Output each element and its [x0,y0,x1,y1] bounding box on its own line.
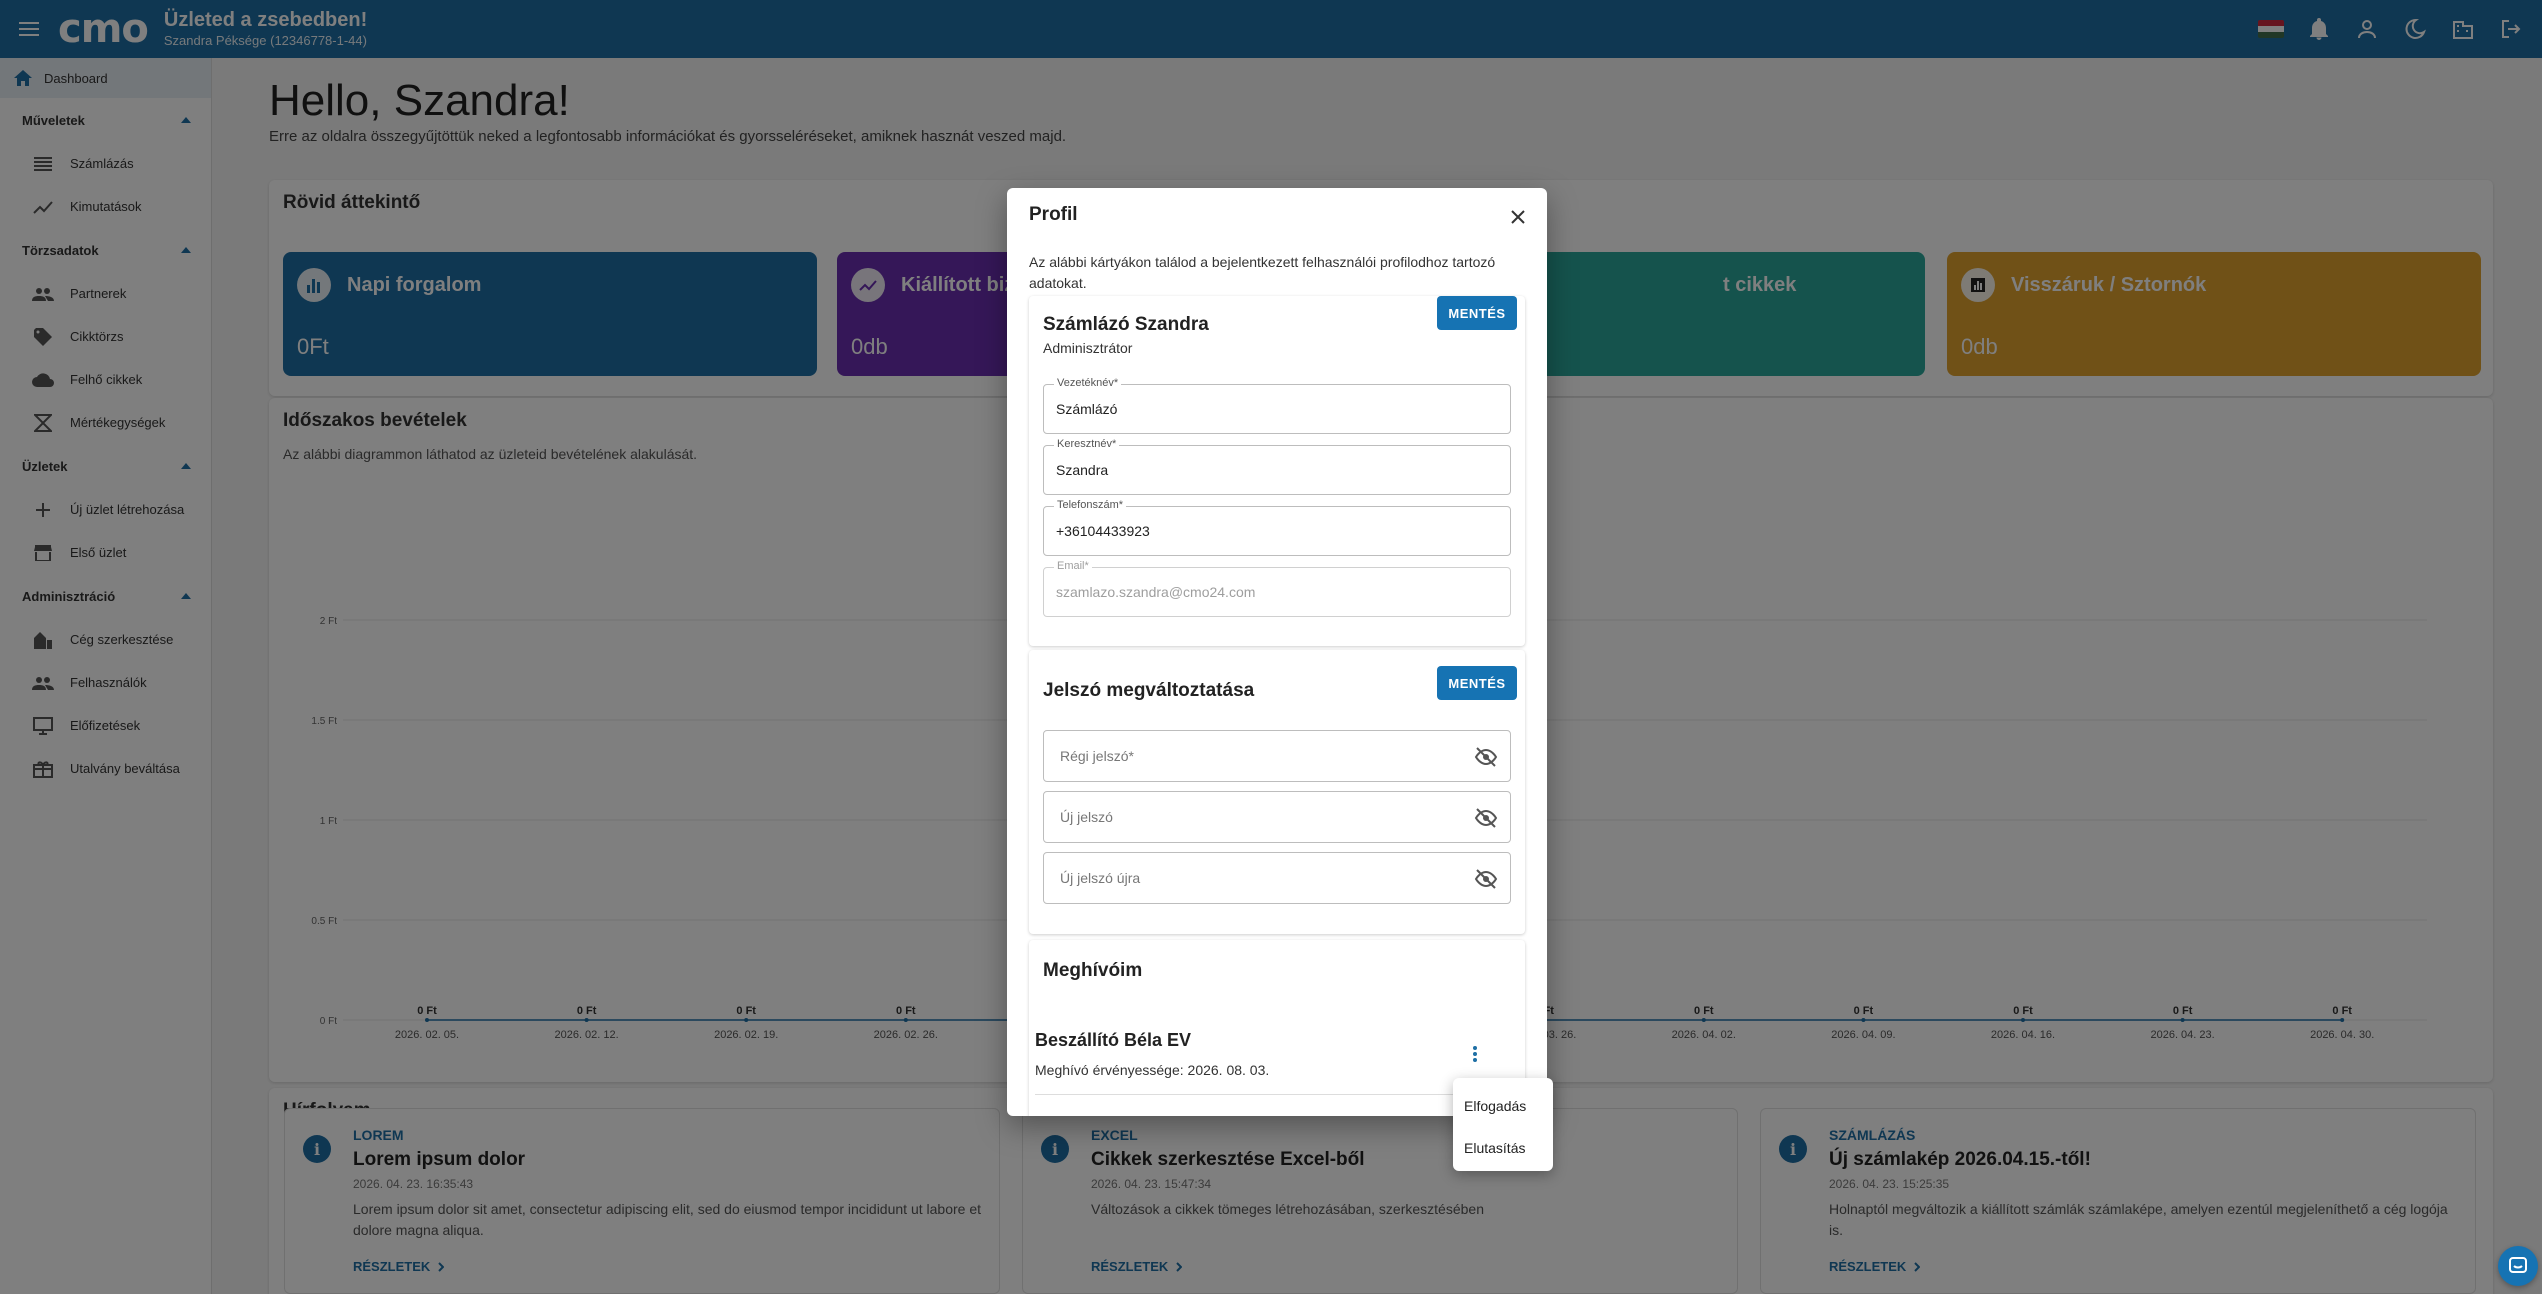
lastname-field[interactable]: Vezetéknév* Számlázó [1043,377,1511,434]
field-label: Email* [1054,560,1092,572]
field-value: Szandra [1056,462,1109,478]
field-value: +36104433923 [1056,523,1150,539]
confirm-password-input[interactable]: Új jelszó újra [1043,852,1511,904]
field-placeholder: Új jelszó [1060,809,1113,825]
field-value: szamlazo.szandra@cmo24.com [1056,584,1256,600]
field-label: Keresztnév* [1054,438,1120,450]
field-value: Számlázó [1056,401,1118,417]
chat-icon [2509,1257,2527,1273]
invite-expiry: Meghívó érvényessége: 2026. 08. 03. [1035,1062,1270,1078]
chat-button[interactable] [2498,1246,2538,1286]
new-password-input[interactable]: Új jelszó [1043,791,1511,843]
more-vert-icon[interactable] [1463,1042,1487,1066]
invite-company: Beszállító Béla EV [1035,1030,1192,1050]
password-title: Jelszó megváltoztatása [1043,680,1255,701]
reject-menu-item[interactable]: Elutasítás [1453,1127,1553,1169]
accept-menu-item[interactable]: Elfogadás [1453,1085,1553,1127]
email-field: Email* szamlazo.szandra@cmo24.com [1043,560,1511,617]
dialog-description: Az alábbi kártyákon találod a bejelentke… [1029,254,1496,291]
save-profile-button[interactable]: MENTÉS [1437,296,1517,330]
profile-role: Adminisztrátor [1043,340,1133,356]
visibility-off-icon[interactable] [1474,867,1498,891]
firstname-field[interactable]: Keresztnév* Szandra [1043,438,1511,495]
field-label: Vezetéknév* [1054,377,1122,389]
invite-actions-menu: Elfogadás Elutasítás [1453,1078,1553,1171]
field-placeholder: Új jelszó újra [1060,870,1141,886]
divider [1035,1094,1515,1095]
visibility-off-icon[interactable] [1474,745,1498,769]
phone-field[interactable]: Telefonszám* +36104433923 [1043,499,1511,556]
old-password-input[interactable]: Régi jelszó* [1043,730,1511,782]
profile-dialog: Profil Az alábbi kártyákon találod a bej… [1007,188,1547,1116]
profile-name: Számlázó Szandra [1043,314,1209,335]
close-icon[interactable] [1507,206,1529,228]
profile-section: Számlázó Szandra Adminisztrátor MENTÉS V… [1029,296,1525,646]
save-password-button[interactable]: MENTÉS [1437,666,1517,700]
invites-title: Meghívóim [1043,960,1143,981]
password-section: Jelszó megváltoztatása MENTÉS Régi jelsz… [1029,650,1525,934]
dialog-title: Profil [1029,204,1078,225]
field-placeholder: Régi jelszó* [1060,748,1134,764]
visibility-off-icon[interactable] [1474,806,1498,830]
invites-section: Meghívóim [1029,940,1525,1116]
field-label: Telefonszám* [1054,499,1127,511]
